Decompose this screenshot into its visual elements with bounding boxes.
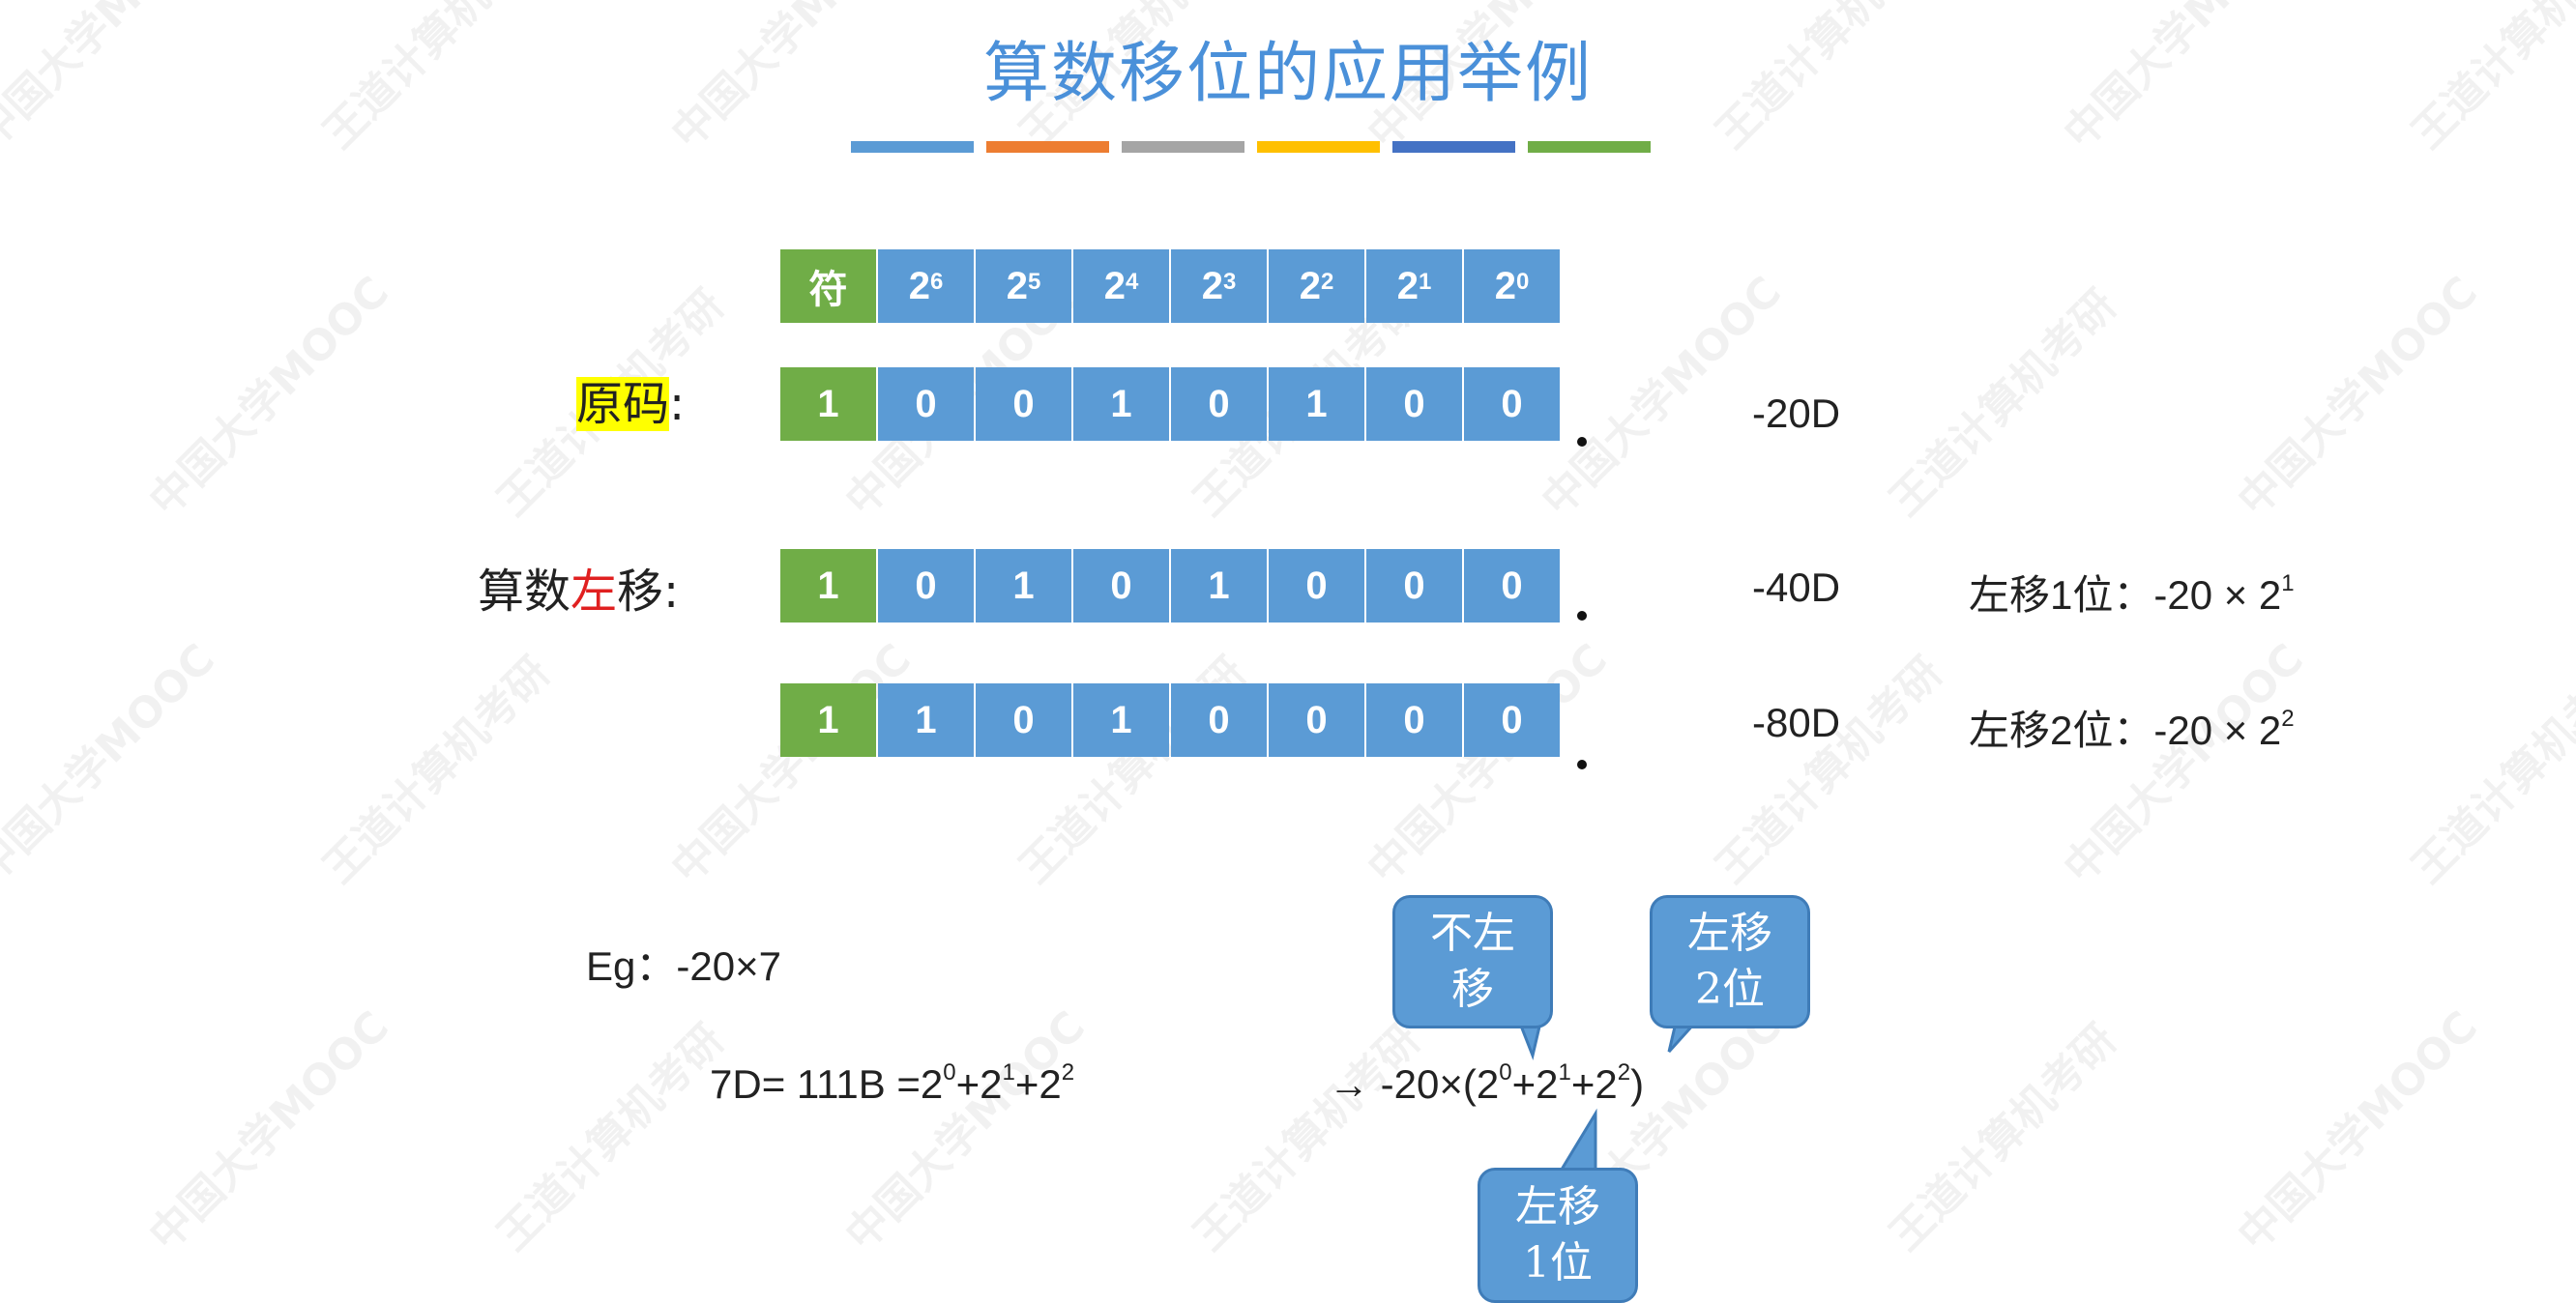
- callout-no-shift: 不左移: [1392, 895, 1553, 1028]
- callout-shift-2: 左移 2位: [1650, 895, 1810, 1028]
- callout-tails: [1506, 992, 1725, 1179]
- callout-shift-1: 左移 1位: [1478, 1168, 1638, 1303]
